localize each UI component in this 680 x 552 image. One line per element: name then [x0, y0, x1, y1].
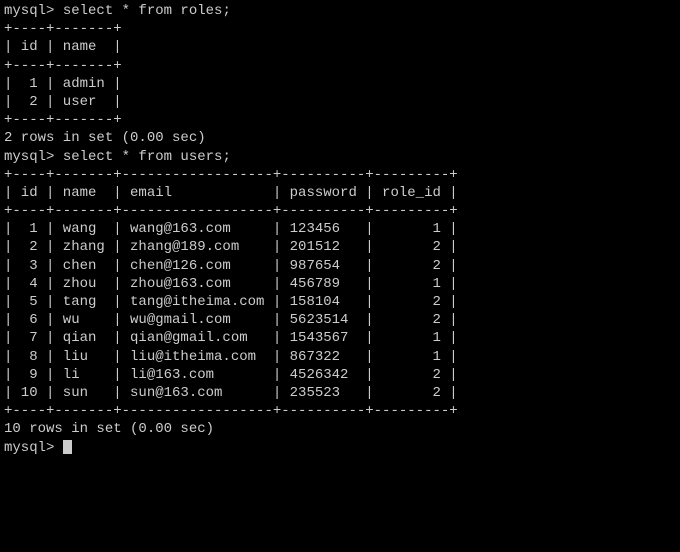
- query-line-2: mysql> select * from users;: [4, 148, 676, 166]
- users-table-row: | 9 | li | li@163.com | 4526342 | 2 |: [4, 366, 676, 384]
- roles-table-border: +----+-------+: [4, 20, 676, 38]
- mysql-prompt-line[interactable]: mysql>: [4, 439, 676, 457]
- query-line-1: mysql> select * from roles;: [4, 2, 676, 20]
- roles-result-summary: 2 rows in set (0.00 sec): [4, 129, 676, 147]
- mysql-prompt: mysql>: [4, 149, 63, 165]
- mysql-prompt: mysql>: [4, 440, 63, 456]
- users-table-row: | 2 | zhang | zhang@189.com | 201512 | 2…: [4, 238, 676, 256]
- users-table-row: | 4 | zhou | zhou@163.com | 456789 | 1 |: [4, 275, 676, 293]
- roles-table-row: | 1 | admin |: [4, 75, 676, 93]
- users-table-row: | 8 | liu | liu@itheima.com | 867322 | 1…: [4, 348, 676, 366]
- users-table-border: +----+-------+------------------+-------…: [4, 202, 676, 220]
- users-table-row: | 10 | sun | sun@163.com | 235523 | 2 |: [4, 384, 676, 402]
- roles-table-row: | 2 | user |: [4, 93, 676, 111]
- sql-query-users: select * from users;: [63, 149, 231, 165]
- roles-table-border: +----+-------+: [4, 111, 676, 129]
- roles-table-header: | id | name |: [4, 38, 676, 56]
- cursor-icon: [63, 440, 72, 454]
- sql-query-roles: select * from roles;: [63, 3, 231, 19]
- terminal-output: mysql> select * from roles; +----+------…: [0, 0, 680, 459]
- users-result-summary: 10 rows in set (0.00 sec): [4, 420, 676, 438]
- users-table-row: | 6 | wu | wu@gmail.com | 5623514 | 2 |: [4, 311, 676, 329]
- users-table-row: | 7 | qian | qian@gmail.com | 1543567 | …: [4, 329, 676, 347]
- users-table-header: | id | name | email | password | role_id…: [4, 184, 676, 202]
- users-table-row: | 1 | wang | wang@163.com | 123456 | 1 |: [4, 220, 676, 238]
- mysql-prompt: mysql>: [4, 3, 63, 19]
- users-table-row: | 5 | tang | tang@itheima.com | 158104 |…: [4, 293, 676, 311]
- users-table-border: +----+-------+------------------+-------…: [4, 402, 676, 420]
- users-table-row: | 3 | chen | chen@126.com | 987654 | 2 |: [4, 257, 676, 275]
- roles-table-border: +----+-------+: [4, 57, 676, 75]
- users-table-border: +----+-------+------------------+-------…: [4, 166, 676, 184]
